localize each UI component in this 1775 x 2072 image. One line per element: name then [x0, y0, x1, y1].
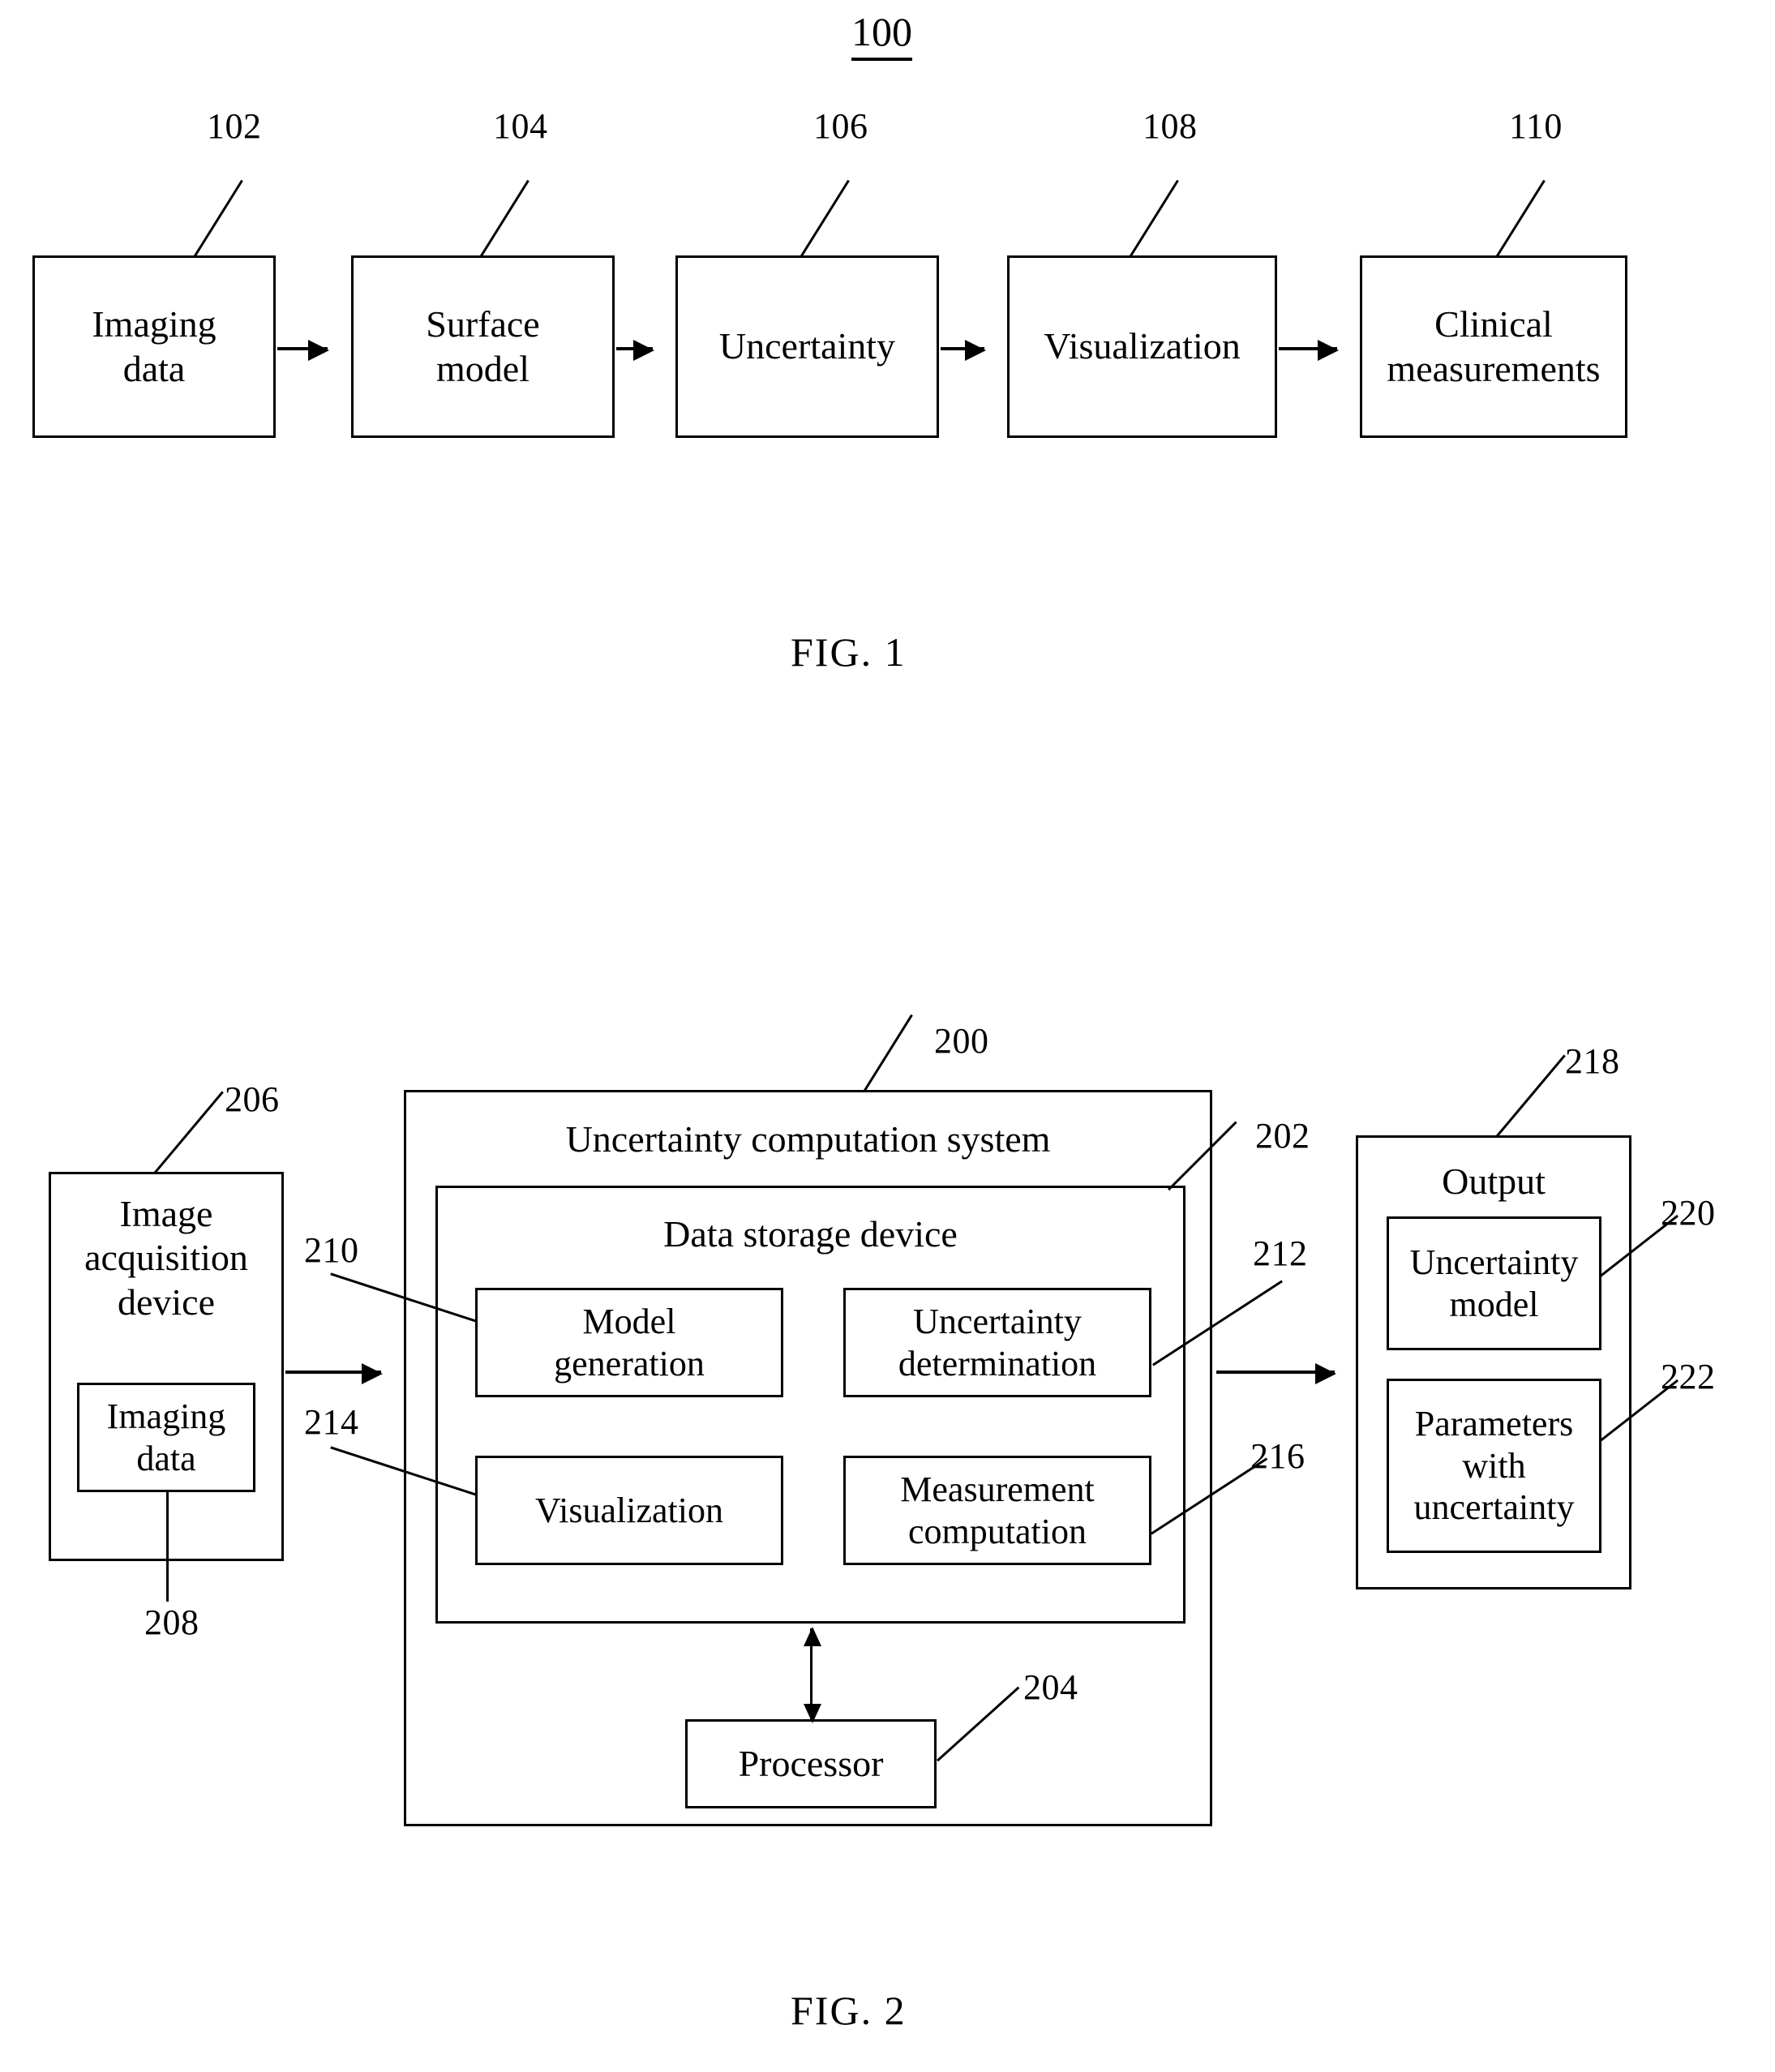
fig1-block-visualization-label: Visualization [1044, 325, 1241, 367]
ref-numeral-216: 216 [1250, 1436, 1306, 1476]
ref-numeral-210: 210 [304, 1230, 359, 1270]
fig1-block-clinical-measurements: Clinical measurements [1360, 255, 1627, 438]
fig2-module-visualization: Visualization [475, 1456, 783, 1565]
ref-numeral-108: 108 [1143, 106, 1198, 146]
ref-numeral-212: 212 [1253, 1233, 1308, 1273]
fig2-module-model-generation: Model generation [475, 1288, 783, 1397]
fig1-block-surface-model: Surface model [351, 255, 615, 438]
ref-numeral-104: 104 [493, 106, 548, 146]
patent-figure-sheet: 100 102 104 106 108 110 Imaging data Sur… [0, 0, 1775, 2072]
fig2-processor-label: Processor [738, 1742, 884, 1784]
fig2-module-model-generation-label: Model generation [554, 1301, 705, 1383]
leader-line-206 [154, 1091, 224, 1173]
leader-line-102 [194, 179, 243, 257]
fig1-block-surface-model-label: Surface model [426, 303, 540, 389]
fig2-module-measurement-computation: Measurement computation [843, 1456, 1151, 1565]
fig1-arrow-102-to-104 [277, 340, 329, 361]
fig2-output-parameters-with-uncertainty-label: Parameters with uncertainty [1413, 1403, 1575, 1528]
figure1-system-number: 100 [851, 8, 912, 61]
fig2-storage-title: Data storage device [663, 1213, 958, 1255]
ref-numeral-102: 102 [207, 106, 262, 146]
fig2-output-title: Output [1442, 1160, 1546, 1202]
ref-numeral-106: 106 [813, 106, 868, 146]
fig2-arrow-system-to-output [1216, 1363, 1336, 1384]
ref-numeral-220: 220 [1661, 1193, 1716, 1233]
fig1-arrow-104-to-106 [616, 340, 654, 361]
leader-line-208 [166, 1492, 169, 1602]
leader-line-104 [480, 179, 529, 257]
ref-numeral-214: 214 [304, 1402, 359, 1442]
ref-numeral-218: 218 [1565, 1041, 1620, 1081]
fig2-image-acquisition-device-label: Image acquisition device [84, 1193, 248, 1323]
fig1-block-visualization: Visualization [1007, 255, 1277, 438]
fig2-processor: Processor [685, 1719, 937, 1808]
leader-line-108 [1130, 179, 1179, 257]
leader-line-110 [1496, 179, 1546, 257]
fig2-module-uncertainty-determination-label: Uncertainty determination [898, 1301, 1097, 1383]
fig1-arrow-108-to-110 [1279, 340, 1339, 361]
ref-numeral-202: 202 [1255, 1116, 1310, 1156]
figure2-caption: FIG. 2 [791, 1988, 907, 2033]
fig1-block-clinical-measurements-label: Clinical measurements [1387, 303, 1601, 389]
ref-numeral-206: 206 [225, 1079, 280, 1119]
fig1-block-uncertainty: Uncertainty [675, 255, 939, 438]
fig1-block-imaging-data: Imaging data [32, 255, 276, 438]
ref-numeral-204: 204 [1023, 1667, 1078, 1707]
fig1-block-uncertainty-label: Uncertainty [718, 325, 896, 367]
leader-line-200 [864, 1014, 913, 1092]
fig1-arrow-106-to-108 [941, 340, 986, 361]
fig2-imaging-data-label: Imaging data [106, 1396, 226, 1478]
ref-numeral-208: 208 [144, 1602, 199, 1642]
fig2-module-visualization-label: Visualization [535, 1490, 723, 1530]
fig2-bidirectional-arrow-storage-processor [804, 1627, 821, 1723]
fig2-system-title: Uncertainty computation system [565, 1118, 1051, 1160]
fig1-block-imaging-data-label: Imaging data [92, 303, 217, 389]
fig2-module-measurement-computation-label: Measurement computation [900, 1469, 1095, 1551]
ref-numeral-200: 200 [934, 1021, 989, 1061]
fig2-imaging-data: Imaging data [77, 1383, 255, 1492]
leader-line-218 [1496, 1054, 1566, 1137]
fig2-output-uncertainty-model: Uncertainty model [1387, 1216, 1601, 1350]
fig2-module-uncertainty-determination: Uncertainty determination [843, 1288, 1151, 1397]
figure1-caption: FIG. 1 [791, 629, 907, 675]
leader-line-106 [800, 179, 850, 257]
fig2-arrow-acquisition-to-system [285, 1363, 383, 1384]
ref-numeral-110: 110 [1509, 106, 1563, 146]
fig2-output-uncertainty-model-label: Uncertainty model [1409, 1242, 1579, 1324]
ref-numeral-222: 222 [1661, 1357, 1716, 1396]
fig2-output-parameters-with-uncertainty: Parameters with uncertainty [1387, 1379, 1601, 1553]
